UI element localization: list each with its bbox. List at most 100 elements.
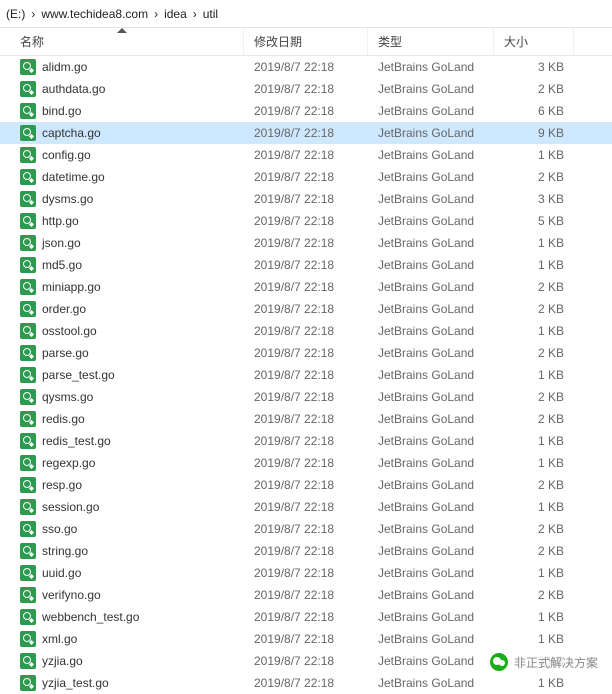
table-row[interactable]: redis.go2019/8/7 22:18JetBrains GoLand2 … xyxy=(0,408,612,430)
file-date-cell: 2019/8/7 22:18 xyxy=(244,434,368,448)
go-file-icon xyxy=(20,433,36,449)
table-row[interactable]: bind.go2019/8/7 22:18JetBrains GoLand6 K… xyxy=(0,100,612,122)
go-file-icon xyxy=(20,367,36,383)
file-name-label: redis_test.go xyxy=(42,434,111,448)
file-name-cell[interactable]: http.go xyxy=(0,213,244,229)
table-row[interactable]: yzjia_test.go2019/8/7 22:18JetBrains GoL… xyxy=(0,672,612,694)
table-row[interactable]: miniapp.go2019/8/7 22:18JetBrains GoLand… xyxy=(0,276,612,298)
column-header-size[interactable]: 大小 xyxy=(494,28,574,55)
file-name-label: resp.go xyxy=(42,478,82,492)
table-row[interactable]: alidm.go2019/8/7 22:18JetBrains GoLand3 … xyxy=(0,56,612,78)
file-size-cell: 3 KB xyxy=(494,60,574,74)
file-name-cell[interactable]: yzjia.go xyxy=(0,653,244,669)
table-row[interactable]: config.go2019/8/7 22:18JetBrains GoLand1… xyxy=(0,144,612,166)
table-row[interactable]: verifyno.go2019/8/7 22:18JetBrains GoLan… xyxy=(0,584,612,606)
table-row[interactable]: qysms.go2019/8/7 22:18JetBrains GoLand2 … xyxy=(0,386,612,408)
file-name-cell[interactable]: alidm.go xyxy=(0,59,244,75)
breadcrumb-part[interactable]: util xyxy=(203,7,218,21)
file-name-cell[interactable]: dysms.go xyxy=(0,191,244,207)
table-row[interactable]: regexp.go2019/8/7 22:18JetBrains GoLand1… xyxy=(0,452,612,474)
file-name-cell[interactable]: redis.go xyxy=(0,411,244,427)
file-name-cell[interactable]: qysms.go xyxy=(0,389,244,405)
breadcrumb-drive[interactable]: (E:) xyxy=(6,7,25,21)
file-name-cell[interactable]: webbench_test.go xyxy=(0,609,244,625)
file-name-cell[interactable]: authdata.go xyxy=(0,81,244,97)
file-type-cell: JetBrains GoLand xyxy=(368,104,494,118)
breadcrumb[interactable]: (E:) › www.techidea8.com › idea › util xyxy=(0,0,612,28)
file-name-cell[interactable]: resp.go xyxy=(0,477,244,493)
table-row[interactable]: datetime.go2019/8/7 22:18JetBrains GoLan… xyxy=(0,166,612,188)
table-row[interactable]: session.go2019/8/7 22:18JetBrains GoLand… xyxy=(0,496,612,518)
table-row[interactable]: captcha.go2019/8/7 22:18JetBrains GoLand… xyxy=(0,122,612,144)
file-name-label: bind.go xyxy=(42,104,81,118)
file-name-label: qysms.go xyxy=(42,390,93,404)
file-list[interactable]: alidm.go2019/8/7 22:18JetBrains GoLand3 … xyxy=(0,56,612,694)
table-row[interactable]: sso.go2019/8/7 22:18JetBrains GoLand2 KB xyxy=(0,518,612,540)
file-date-cell: 2019/8/7 22:18 xyxy=(244,148,368,162)
table-row[interactable]: json.go2019/8/7 22:18JetBrains GoLand1 K… xyxy=(0,232,612,254)
file-name-label: session.go xyxy=(42,500,99,514)
breadcrumb-part[interactable]: idea xyxy=(164,7,187,21)
file-name-cell[interactable]: config.go xyxy=(0,147,244,163)
file-size-cell: 2 KB xyxy=(494,588,574,602)
table-row[interactable]: parse_test.go2019/8/7 22:18JetBrains GoL… xyxy=(0,364,612,386)
file-name-cell[interactable]: osstool.go xyxy=(0,323,244,339)
go-file-icon xyxy=(20,59,36,75)
table-row[interactable]: xml.go2019/8/7 22:18JetBrains GoLand1 KB xyxy=(0,628,612,650)
table-row[interactable]: redis_test.go2019/8/7 22:18JetBrains GoL… xyxy=(0,430,612,452)
file-name-cell[interactable]: miniapp.go xyxy=(0,279,244,295)
file-name-label: yzjia_test.go xyxy=(42,676,109,690)
go-file-icon xyxy=(20,257,36,273)
table-row[interactable]: string.go2019/8/7 22:18JetBrains GoLand2… xyxy=(0,540,612,562)
file-name-cell[interactable]: parse.go xyxy=(0,345,244,361)
file-name-cell[interactable]: string.go xyxy=(0,543,244,559)
file-name-cell[interactable]: regexp.go xyxy=(0,455,244,471)
file-date-cell: 2019/8/7 22:18 xyxy=(244,500,368,514)
file-type-cell: JetBrains GoLand xyxy=(368,346,494,360)
file-type-cell: JetBrains GoLand xyxy=(368,280,494,294)
table-row[interactable]: uuid.go2019/8/7 22:18JetBrains GoLand1 K… xyxy=(0,562,612,584)
go-file-icon xyxy=(20,169,36,185)
file-name-cell[interactable]: xml.go xyxy=(0,631,244,647)
table-row[interactable]: resp.go2019/8/7 22:18JetBrains GoLand2 K… xyxy=(0,474,612,496)
column-header-name[interactable]: 名称 xyxy=(0,28,244,55)
table-row[interactable]: dysms.go2019/8/7 22:18JetBrains GoLand3 … xyxy=(0,188,612,210)
file-name-cell[interactable]: sso.go xyxy=(0,521,244,537)
go-file-icon xyxy=(20,81,36,97)
file-name-cell[interactable]: md5.go xyxy=(0,257,244,273)
column-header-type[interactable]: 类型 xyxy=(368,28,494,55)
file-date-cell: 2019/8/7 22:18 xyxy=(244,324,368,338)
file-name-cell[interactable]: json.go xyxy=(0,235,244,251)
file-name-label: authdata.go xyxy=(42,82,105,96)
column-header-date[interactable]: 修改日期 xyxy=(244,28,368,55)
file-date-cell: 2019/8/7 22:18 xyxy=(244,258,368,272)
file-name-cell[interactable]: session.go xyxy=(0,499,244,515)
file-name-cell[interactable]: uuid.go xyxy=(0,565,244,581)
file-type-cell: JetBrains GoLand xyxy=(368,412,494,426)
file-name-cell[interactable]: parse_test.go xyxy=(0,367,244,383)
go-file-icon xyxy=(20,411,36,427)
watermark: 非正式解决方案 xyxy=(486,651,602,673)
table-row[interactable]: parse.go2019/8/7 22:18JetBrains GoLand2 … xyxy=(0,342,612,364)
file-name-cell[interactable]: datetime.go xyxy=(0,169,244,185)
file-size-cell: 5 KB xyxy=(494,214,574,228)
go-file-icon xyxy=(20,323,36,339)
table-row[interactable]: order.go2019/8/7 22:18JetBrains GoLand2 … xyxy=(0,298,612,320)
table-row[interactable]: webbench_test.go2019/8/7 22:18JetBrains … xyxy=(0,606,612,628)
file-name-cell[interactable]: verifyno.go xyxy=(0,587,244,603)
file-name-cell[interactable]: captcha.go xyxy=(0,125,244,141)
table-row[interactable]: authdata.go2019/8/7 22:18JetBrains GoLan… xyxy=(0,78,612,100)
table-row[interactable]: http.go2019/8/7 22:18JetBrains GoLand5 K… xyxy=(0,210,612,232)
table-row[interactable]: md5.go2019/8/7 22:18JetBrains GoLand1 KB xyxy=(0,254,612,276)
file-date-cell: 2019/8/7 22:18 xyxy=(244,280,368,294)
chevron-right-icon: › xyxy=(29,7,37,21)
breadcrumb-part[interactable]: www.techidea8.com xyxy=(41,7,148,21)
file-date-cell: 2019/8/7 22:18 xyxy=(244,60,368,74)
table-row[interactable]: osstool.go2019/8/7 22:18JetBrains GoLand… xyxy=(0,320,612,342)
file-name-cell[interactable]: order.go xyxy=(0,301,244,317)
file-name-cell[interactable]: yzjia_test.go xyxy=(0,675,244,691)
file-name-cell[interactable]: redis_test.go xyxy=(0,433,244,449)
go-file-icon xyxy=(20,301,36,317)
file-name-label: redis.go xyxy=(42,412,85,426)
file-name-cell[interactable]: bind.go xyxy=(0,103,244,119)
